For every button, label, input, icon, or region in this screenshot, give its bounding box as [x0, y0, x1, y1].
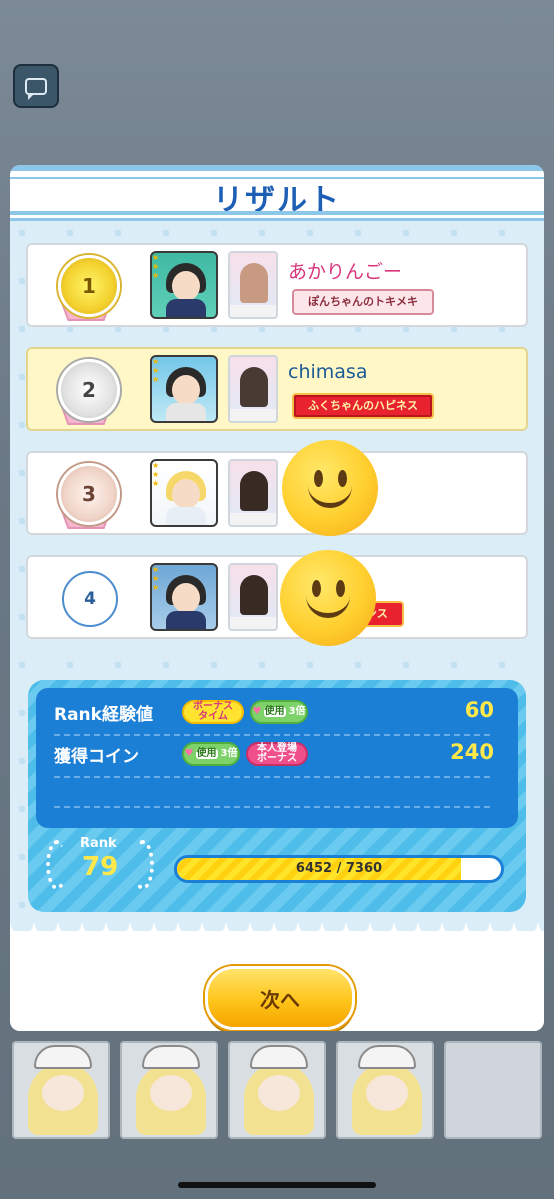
coin-value: 240 — [450, 740, 494, 764]
rank-exp-label: Rank経験値 — [54, 705, 153, 725]
character-slot[interactable] — [12, 1041, 110, 1139]
ranking-row-4: 4 ★★★ ロマンス — [26, 555, 528, 639]
member-card — [228, 355, 278, 423]
character-slot[interactable] — [120, 1041, 218, 1139]
coin-row: 獲得コイン ♥ 使用 3倍 本人登場 ボーナス 240 — [54, 740, 494, 770]
heart-icon: ♥ — [184, 748, 194, 759]
player-name: あかりんごー — [288, 261, 403, 283]
character-slot[interactable] — [228, 1041, 326, 1139]
empty-character-slot[interactable] — [444, 1041, 542, 1139]
character-slot[interactable] — [336, 1041, 434, 1139]
gold-medal-icon: 1 — [58, 255, 120, 317]
rank-level: 79 — [82, 852, 119, 882]
laurel-left-icon — [46, 840, 68, 890]
player-name: chimasa — [288, 361, 368, 383]
rarity-stars-icon: ★ ★ ★ — [152, 461, 160, 488]
ranking-row-3: 3 ★ ★ ★ — [26, 451, 528, 535]
bonus-time-chip: ボーナス タイム — [182, 700, 244, 724]
home-indicator — [178, 1182, 376, 1188]
rarity-stars-icon: ★ ★ ★ — [152, 253, 160, 280]
multiplier-chip: ♥ 使用 3倍 — [182, 742, 240, 766]
member-card — [228, 563, 278, 631]
rank-circle-icon: 4 — [62, 571, 118, 627]
rank-label: Rank — [80, 836, 117, 851]
rank-exp-row: Rank経験値 ボーナス タイム ♥ 使用 3倍 60 — [54, 698, 494, 728]
smiley-face-icon — [280, 550, 376, 646]
coin-label: 獲得コイン — [54, 747, 139, 767]
player-avatar — [150, 563, 218, 631]
rarity-stars-icon: ★ ★ ★ — [152, 565, 160, 592]
member-card — [228, 251, 278, 319]
result-modal: リザルト 1 ★ ★ ★ あかりんごー ぽんちゃんのトキメキ 2 ★ ★ ★ chima… — [10, 165, 544, 1031]
player-title-badge: ふくちゃんのハピネス — [292, 393, 434, 419]
rarity-stars-icon: ★ ★ ★ — [152, 357, 160, 384]
speech-bubble-icon — [25, 77, 47, 100]
player-avatar — [150, 251, 218, 319]
member-card — [228, 459, 278, 527]
reward-panel: Rank経験値 ボーナス タイム ♥ 使用 3倍 60 獲得コイン ♥ 使用 3… — [28, 680, 526, 912]
laurel-right-icon — [132, 840, 154, 890]
multiplier-chip: ♥ 使用 3倍 — [250, 700, 308, 724]
silver-medal-icon: 2 — [58, 359, 120, 421]
rank-progress-bar: 6452 / 7360 — [174, 855, 504, 883]
sailor-hat-icon — [142, 1045, 200, 1069]
self-bonus-chip: 本人登場 ボーナス — [246, 742, 308, 766]
player-avatar — [150, 459, 218, 527]
ranking-row-2: 2 ★ ★ ★ chimasa ふくちゃんのハピネス — [26, 347, 528, 431]
ranking-row-1: 1 ★ ★ ★ あかりんごー ぽんちゃんのトキメキ — [26, 243, 528, 327]
smiley-face-icon — [282, 440, 378, 536]
chat-button[interactable] — [13, 64, 59, 108]
sailor-hat-icon — [250, 1045, 308, 1069]
sailor-hat-icon — [34, 1045, 92, 1069]
next-button[interactable]: 次へ — [205, 966, 355, 1030]
player-title-badge: ぽんちゃんのトキメキ — [292, 289, 434, 315]
bronze-medal-icon: 3 — [58, 463, 120, 525]
heart-icon: ♥ — [252, 706, 262, 717]
sailor-hat-icon — [358, 1045, 416, 1069]
rank-exp-value: 60 — [464, 698, 494, 722]
player-avatar — [150, 355, 218, 423]
rank-progress-text: 6452 / 7360 — [295, 861, 383, 876]
